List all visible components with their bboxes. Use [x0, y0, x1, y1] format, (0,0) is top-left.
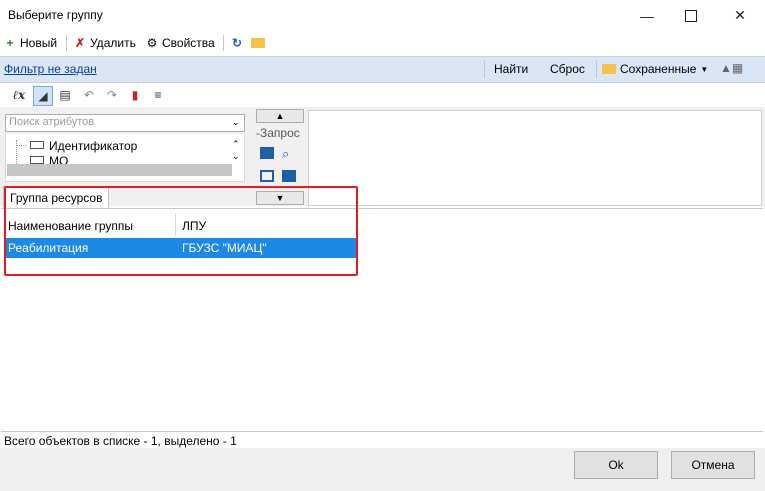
close-icon: ✕: [734, 7, 746, 23]
tree-item-identifier[interactable]: Идентификатор: [49, 139, 137, 153]
chevron-down-icon: ▼: [700, 64, 709, 74]
highlight-frame: [4, 186, 358, 276]
clear-filter-icon[interactable]: ▮: [126, 86, 144, 104]
find-button[interactable]: Найти: [494, 62, 528, 76]
undo-icon[interactable]: ↶: [80, 86, 98, 104]
delete-label: Удалить: [90, 36, 136, 50]
list-icon[interactable]: ≡: [149, 86, 167, 104]
collapse-up-button[interactable]: ▲: [256, 109, 304, 123]
maximize-button[interactable]: [669, 0, 713, 31]
attribute-icon: [30, 141, 44, 149]
pin-icon[interactable]: ▲▦: [720, 61, 743, 75]
reset-button[interactable]: Сброс: [550, 62, 585, 76]
tree-item-mo[interactable]: МО: [49, 154, 68, 164]
chevron-down-icon[interactable]: ⌄: [232, 117, 240, 128]
filter-status-link[interactable]: Фильтр не задан: [4, 62, 97, 76]
properties-label: Свойства: [162, 36, 215, 50]
tree-view-icon[interactable]: [260, 170, 274, 182]
new-label: Новый: [20, 36, 58, 50]
maximize-icon: [685, 9, 697, 22]
window-title: Выберите группу: [8, 8, 103, 22]
table-icon[interactable]: [282, 170, 296, 182]
toolbar-divider: [223, 35, 224, 51]
close-button[interactable]: ✕: [718, 0, 762, 31]
chevron-up-icon: ▲: [275, 111, 285, 121]
chevron-down-icon[interactable]: ⌄: [232, 151, 240, 162]
new-icon: +: [6, 36, 14, 50]
delete-button[interactable]: ✗ Удалить: [73, 34, 136, 52]
filter-divider: [484, 60, 485, 78]
filter-icon[interactable]: ◢: [33, 86, 53, 106]
new-button[interactable]: + Новый: [3, 34, 57, 52]
folder-open-icon: [602, 64, 616, 74]
attribute-icon: [30, 156, 44, 164]
formula-icon[interactable]: ℓx: [10, 86, 28, 104]
ok-button[interactable]: Ok: [574, 451, 658, 479]
status-text: Всего объектов в списке - 1, выделено - …: [4, 434, 237, 448]
tree-line: [16, 140, 18, 164]
folder-button[interactable]: [251, 34, 265, 52]
tree-horizontal-scrollbar[interactable]: [7, 164, 232, 176]
find-icon[interactable]: ⌕: [282, 146, 289, 162]
saved-label: Сохраненные: [620, 62, 697, 76]
redo-icon[interactable]: ↷: [103, 86, 121, 104]
chevron-up-icon[interactable]: ⌃: [232, 139, 240, 150]
delete-icon: ✗: [74, 36, 86, 50]
query-label: -Запрос: [256, 126, 300, 140]
export-icon[interactable]: ▤: [56, 86, 74, 104]
cancel-button[interactable]: Отмена: [671, 451, 755, 479]
properties-icon: ⚙: [146, 36, 158, 50]
minimize-icon: —: [640, 7, 654, 24]
folder-icon: [251, 38, 265, 48]
query-editor-pane[interactable]: [308, 110, 762, 206]
minimize-button[interactable]: —: [625, 0, 669, 31]
search-placeholder: Поиск атрибутов: [9, 116, 95, 128]
refresh-icon: ↻: [231, 36, 243, 50]
properties-button[interactable]: ⚙ Свойства: [145, 34, 215, 52]
saved-filters-dropdown[interactable]: Сохраненные ▼: [602, 62, 708, 76]
table-add-icon[interactable]: [260, 147, 274, 159]
refresh-button[interactable]: ↻: [230, 34, 244, 52]
toolbar-divider: [66, 35, 67, 51]
filter-divider: [596, 60, 597, 78]
